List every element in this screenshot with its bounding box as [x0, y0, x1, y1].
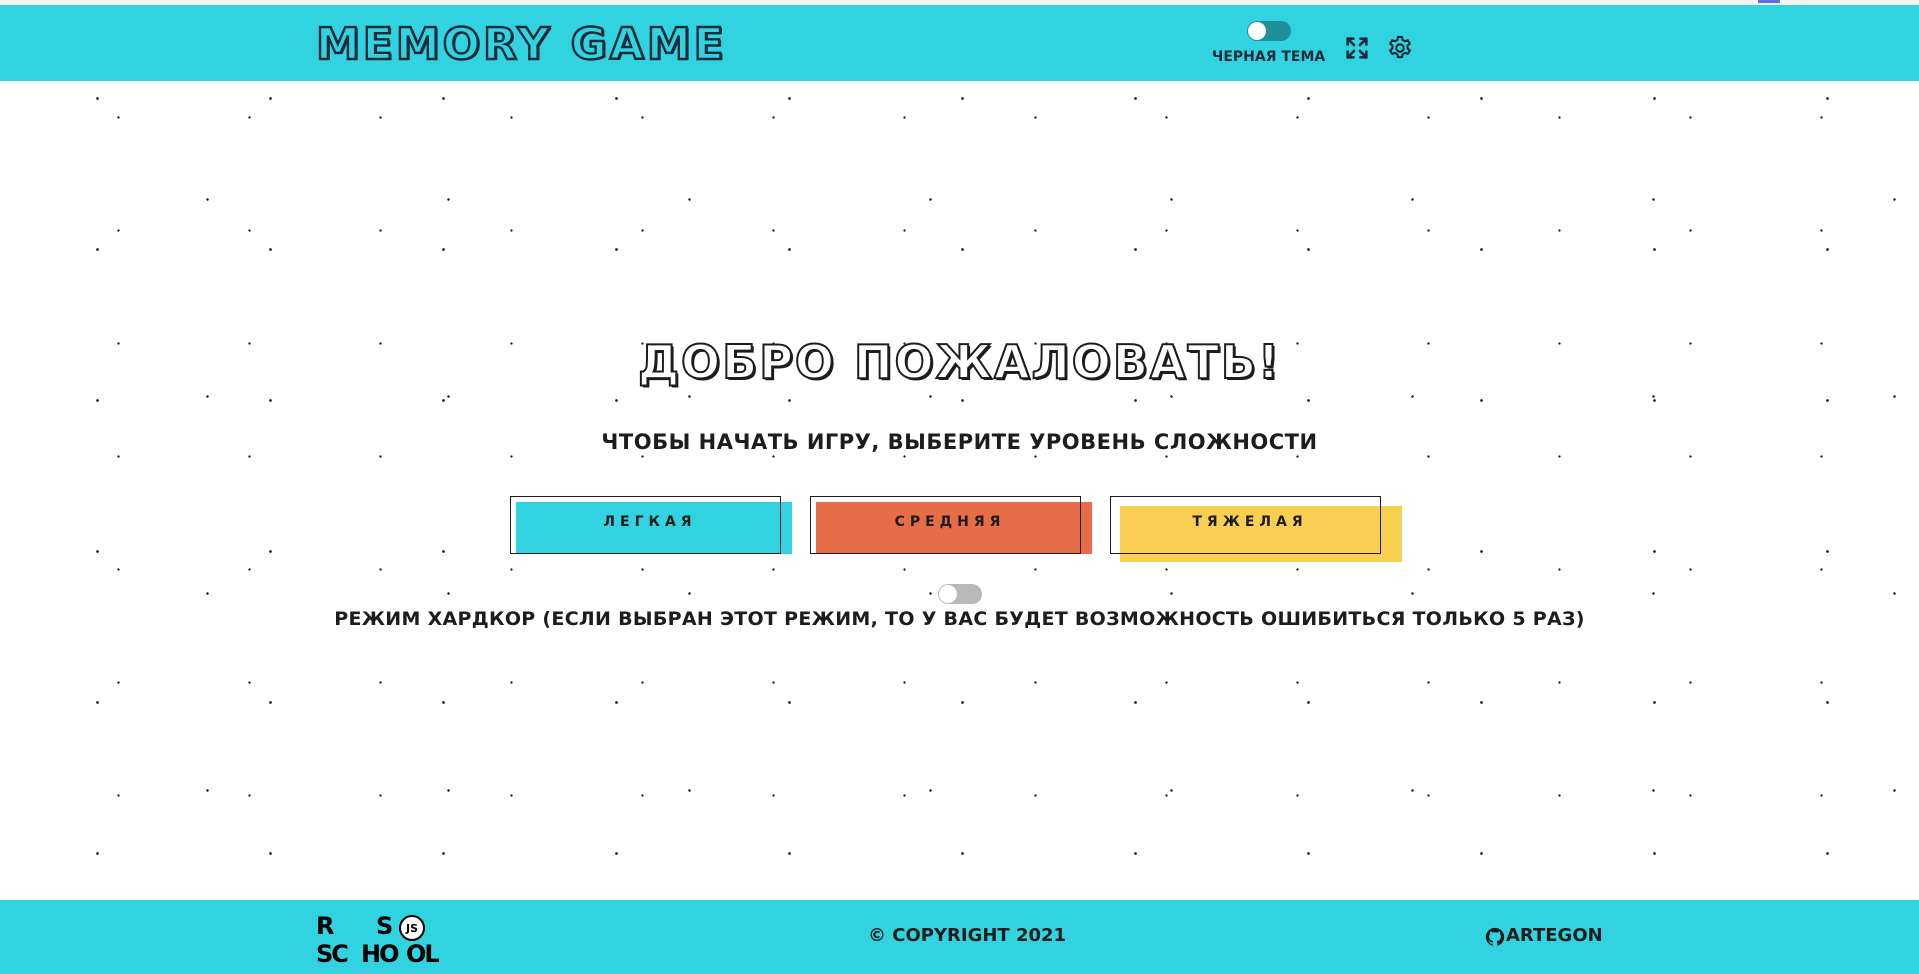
logo-ol: OL — [406, 940, 439, 968]
easy-level-button[interactable]: ЛЕГКАЯ — [510, 496, 792, 554]
toggle-knob — [1248, 22, 1266, 40]
fullscreen-button[interactable] — [1343, 34, 1371, 62]
page: MEMORY GAME ЧЕРНАЯ ТЕМА ДОБРО ПОЖАЛОВАТЬ… — [0, 0, 1919, 974]
easy-level-label: ЛЕГКАЯ — [603, 514, 697, 530]
difficulty-buttons: ЛЕГКАЯ СРЕДНЯЯ ТЯЖЕЛАЯ — [0, 496, 1919, 566]
logo-letter-s: S — [376, 912, 393, 940]
medium-level-button[interactable]: СРЕДНЯЯ — [810, 496, 1092, 554]
github-icon — [1485, 927, 1505, 946]
hardcore-mode-toggle[interactable] — [938, 584, 982, 604]
dark-theme-label: ЧЕРНАЯ ТЕМА — [1212, 49, 1326, 65]
hard-level-label: ТЯЖЕЛАЯ — [1192, 514, 1308, 530]
logo-sc: SC — [316, 940, 348, 968]
medium-level-label: СРЕДНЯЯ — [894, 514, 1006, 530]
welcome-heading: ДОБРО ПОЖАЛОВАТЬ! — [637, 334, 1281, 390]
rs-school-logo-image: R S SC HO OL JS — [316, 912, 441, 968]
choose-level-subtitle: ЧТОБЫ НАЧАТЬ ИГРУ, ВЫБЕРИТЕ УРОВЕНЬ СЛОЖ… — [601, 430, 1318, 454]
settings-button[interactable] — [1386, 34, 1414, 62]
author-name: ARTEGON — [1506, 925, 1603, 946]
theme-switcher: ЧЕРНАЯ ТЕМА — [1212, 19, 1342, 69]
hard-level-button[interactable]: ТЯЖЕЛАЯ — [1110, 496, 1402, 562]
corner-mark — [1758, 0, 1780, 3]
logo-ho: HO — [361, 940, 399, 968]
app-title: MEMORY GAME — [315, 18, 727, 71]
hardcore-mode-label: РЕЖИМ ХАРДКОР (ЕСЛИ ВЫБРАН ЭТОТ РЕЖИМ, Т… — [334, 608, 1585, 630]
fullscreen-icon — [1346, 37, 1368, 59]
logo-letter-r: R — [316, 912, 334, 940]
header: MEMORY GAME ЧЕРНАЯ ТЕМА — [0, 5, 1919, 81]
dark-theme-toggle[interactable] — [1247, 21, 1291, 41]
toggle-knob — [939, 585, 957, 603]
rs-school-logo[interactable]: R S SC HO OL JS — [316, 912, 456, 968]
footer: R S SC HO OL JS © COPYRIGHT 2021 ARTEGON — [0, 900, 1919, 974]
copyright-text: © COPYRIGHT 2021 — [868, 925, 1067, 946]
js-badge-text: JS — [405, 922, 418, 935]
gear-icon — [1389, 35, 1411, 59]
